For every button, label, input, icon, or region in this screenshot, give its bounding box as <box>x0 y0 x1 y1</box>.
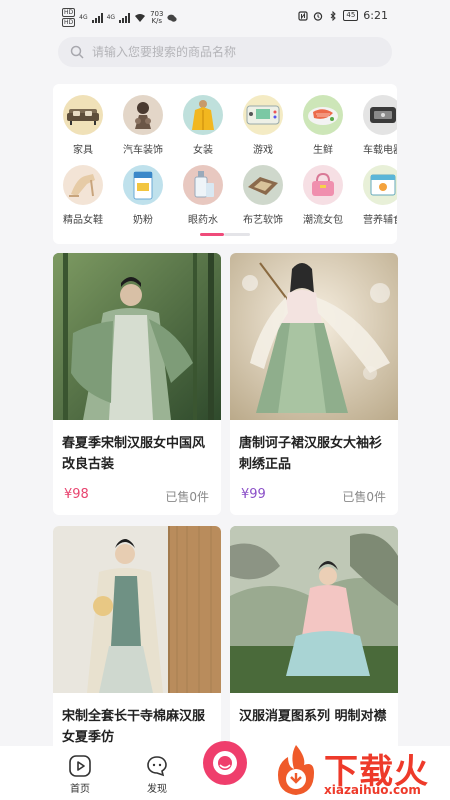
battery-icon: 45 <box>343 10 359 21</box>
sim1-badge: HD <box>62 8 76 17</box>
nav-discover-label: 发现 <box>147 784 167 795</box>
category-milk-powder[interactable]: 奶粉 <box>113 165 173 226</box>
nfc-icon <box>298 10 308 21</box>
category-games[interactable]: 游戏 <box>233 95 293 156</box>
category-label: 精品女鞋 <box>63 215 103 226</box>
product-image <box>53 253 221 420</box>
category-label: 汽车装饰 <box>123 145 163 156</box>
signal2-icon <box>119 12 131 23</box>
milk-powder-icon <box>123 165 163 205</box>
category-row-2: 精品女鞋 奶粉 眼药水 布艺软饰 潮流女包 营养辅 <box>53 165 397 226</box>
category-label: 奶粉 <box>133 215 153 226</box>
coat-icon <box>183 95 223 135</box>
speed-unit: K/s <box>151 16 163 25</box>
indicator-active <box>200 233 224 236</box>
category-car-appliance[interactable]: 车载电器 <box>353 95 397 156</box>
network1-label: 4G <box>79 14 88 21</box>
category-label: 车载电器 <box>363 145 397 156</box>
sofa-icon <box>63 95 103 135</box>
product-title: 春夏季宋制汉服女中国风改良古装 <box>62 436 206 472</box>
network2-label: 4G <box>106 14 116 21</box>
rug-icon <box>243 165 283 205</box>
category-furniture[interactable]: 家具 <box>53 95 113 156</box>
product-image <box>230 253 398 420</box>
flame-logo-icon <box>278 745 314 795</box>
handbag-icon <box>303 165 343 205</box>
car-ornament-icon <box>123 95 163 135</box>
search-input[interactable] <box>92 45 372 59</box>
category-label: 眼药水 <box>188 215 218 226</box>
nav-home[interactable]: 首页 <box>55 754 105 795</box>
eye-drops-icon <box>183 165 223 205</box>
indicator-inactive <box>224 233 250 236</box>
category-eye-drops[interactable]: 眼药水 <box>173 165 233 226</box>
status-bar: HD HD 4G 4G 703 K/s 45 6:21 <box>0 0 450 34</box>
chat-icon <box>147 756 167 777</box>
category-womens-shoes[interactable]: 精品女鞋 <box>53 165 113 226</box>
nav-home-label: 首页 <box>70 784 90 795</box>
category-label: 生鲜 <box>313 145 333 156</box>
alarm-icon <box>314 11 323 21</box>
carousel-indicator <box>200 233 250 236</box>
wifi-icon <box>135 13 146 22</box>
product-price: ¥98 <box>64 487 89 502</box>
search-icon <box>70 45 84 59</box>
product-title: 唐制诃子裙汉服女大袖衫刺绣正品 <box>239 436 383 472</box>
watermark-logo: 下载火 xiazaihuo.com <box>270 743 448 800</box>
home-icon <box>69 755 91 777</box>
product-title: 宋制全套长干寺棉麻汉服女夏季仿 <box>62 709 206 745</box>
product-sold-count: 已售0件 <box>165 490 209 504</box>
wechat-icon <box>167 14 178 22</box>
product-card[interactable]: 宋制全套长干寺棉麻汉服女夏季仿 <box>53 526 221 766</box>
search-bar[interactable] <box>58 37 392 67</box>
category-grid: 家具 汽车装饰 女装 游戏 生鲜 车载电 精品女鞋 奶粉 眼药水 布艺软饰 潮流… <box>53 84 397 244</box>
signal1-icon <box>91 12 103 23</box>
category-label: 潮流女包 <box>303 215 343 226</box>
nav-discover[interactable]: 发现 <box>132 754 182 795</box>
status-right: 45 6:21 <box>298 9 388 22</box>
category-label: 游戏 <box>253 145 273 156</box>
clock: 6:21 <box>363 9 388 22</box>
category-fresh[interactable]: 生鲜 <box>293 95 353 156</box>
heels-icon <box>63 165 103 205</box>
product-title: 汉服消夏图系列 明制对襟 <box>239 709 387 724</box>
car-appliance-icon <box>363 95 397 135</box>
watermark-url: xiazaihuo.com <box>324 783 421 797</box>
product-card[interactable]: 唐制诃子裙汉服女大袖衫刺绣正品 ¥99 已售0件 <box>230 253 398 515</box>
category-soft-decor[interactable]: 布艺软饰 <box>233 165 293 226</box>
publish-button[interactable] <box>203 741 247 785</box>
smile-icon <box>213 751 237 775</box>
category-label: 女装 <box>193 145 213 156</box>
category-handbags[interactable]: 潮流女包 <box>293 165 353 226</box>
game-console-icon <box>243 95 283 135</box>
category-label: 家具 <box>73 145 93 156</box>
product-sold-count: 已售0件 <box>342 490 386 504</box>
product-image <box>230 526 398 693</box>
category-car-decor[interactable]: 汽车装饰 <box>113 95 173 156</box>
product-image <box>53 526 221 693</box>
bluetooth-icon <box>331 10 337 21</box>
category-label: 营养辅食 <box>363 215 397 226</box>
product-price: ¥99 <box>241 487 266 502</box>
status-left: HD HD 4G 4G 703 K/s <box>62 8 178 27</box>
category-label: 布艺软饰 <box>243 215 283 226</box>
product-card[interactable]: 春夏季宋制汉服女中国风改良古装 ¥98 已售0件 <box>53 253 221 515</box>
sim2-badge: HD <box>62 18 76 27</box>
nutrition-icon <box>363 165 397 205</box>
fresh-food-icon <box>303 95 343 135</box>
category-nutrition[interactable]: 营养辅食 <box>353 165 397 226</box>
category-row-1: 家具 汽车装饰 女装 游戏 生鲜 车载电 <box>53 95 397 156</box>
category-womens-wear[interactable]: 女装 <box>173 95 233 156</box>
product-card[interactable]: 汉服消夏图系列 明制对襟 <box>230 526 398 766</box>
